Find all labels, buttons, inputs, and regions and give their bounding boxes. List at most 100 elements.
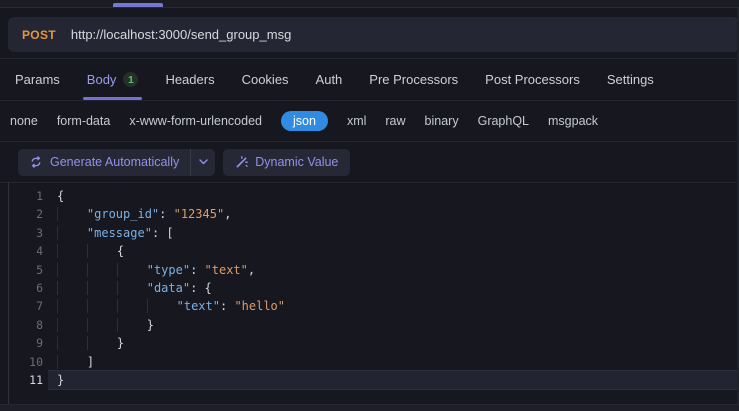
tab-auth[interactable]: Auth (316, 59, 343, 100)
body-type-form-data[interactable]: form-data (57, 114, 111, 128)
indent-guide (86, 262, 117, 277)
code-token: { (57, 189, 65, 203)
bottom-panel-edge (0, 404, 739, 411)
indent-guide (57, 280, 87, 295)
method-selector[interactable]: POST (22, 28, 56, 42)
tab-cookies[interactable]: Cookies (242, 59, 289, 100)
tab-headers[interactable]: Headers (165, 59, 214, 100)
tab-label: Params (15, 72, 60, 87)
body-type-selector: none form-data x-www-form-urlencoded json xm… (0, 101, 739, 142)
tab-label: Auth (315, 72, 343, 87)
url-bar[interactable]: POST http://localhost:3000/send_group_ms… (8, 17, 739, 52)
line-number: 7 (36, 299, 43, 314)
code-line[interactable]: 7 "text": "hello" (0, 297, 739, 315)
tab-pre-processors[interactable]: Pre Processors (369, 59, 458, 100)
indent-guide (146, 299, 177, 314)
indent-guide (57, 262, 87, 277)
body-type-json[interactable]: json (281, 111, 328, 131)
body-type-x-www-form-urlencoded[interactable]: x-www-form-urlencoded (129, 114, 262, 128)
code-line[interactable]: 8 } (0, 316, 739, 334)
body-type-msgpack[interactable]: msgpack (548, 114, 598, 128)
code-line[interactable]: 4 { (0, 242, 739, 260)
body-type-none[interactable]: none (10, 114, 38, 128)
indent-guide (86, 336, 117, 351)
indent-guide (86, 299, 117, 314)
code-content: "type": "text", (43, 261, 255, 279)
code-token: "text" (204, 262, 248, 277)
line-number: 3 (36, 225, 43, 240)
code-content: "text": "hello" (43, 297, 285, 315)
code-content: ] (43, 353, 94, 371)
tab-label: Post Processors (485, 72, 580, 87)
tab-label: Pre Processors (369, 72, 459, 87)
generate-automatically-button[interactable]: Generate Automatically (18, 149, 190, 176)
indent-guide (57, 317, 87, 332)
tab-settings[interactable]: Settings (607, 59, 654, 100)
editor-toolbar: Generate Automatically Dynamic Value (0, 142, 739, 183)
code-token: "message" (86, 225, 152, 240)
line-number: 5 (36, 262, 43, 277)
indent-guide (116, 280, 147, 295)
indent-guide (116, 262, 147, 277)
indent-guide (57, 244, 87, 259)
code-content: } (43, 316, 154, 334)
code-token: : [ (151, 225, 174, 240)
body-type-raw[interactable]: raw (385, 114, 405, 128)
line-number: 9 (36, 336, 43, 351)
code-token: "data" (146, 280, 191, 295)
dynamic-value-button[interactable]: Dynamic Value (223, 148, 351, 176)
code-token: , (247, 262, 256, 277)
dynamic-value-label: Dynamic Value (255, 155, 339, 169)
indent-guide (116, 299, 147, 314)
code-line[interactable]: 9 } (0, 334, 739, 352)
code-token: } (146, 317, 154, 332)
active-tab-underline (82, 97, 143, 100)
code-line[interactable]: 5 "type": "text", (0, 261, 739, 279)
code-token: : (219, 299, 235, 314)
indent-guide (57, 225, 87, 240)
code-token: "group_id" (86, 207, 160, 222)
magic-wand-icon (235, 155, 249, 169)
line-number: 4 (36, 244, 43, 259)
code-line[interactable]: 3 "message": [ (0, 224, 739, 242)
body-type-xml[interactable]: xml (347, 114, 366, 128)
request-tabs-strip (0, 0, 739, 8)
line-number: 1 (36, 189, 43, 203)
api-client-window: POST http://localhost:3000/send_group_ms… (0, 0, 739, 411)
indent-guide (86, 280, 117, 295)
code-line[interactable]: 2 "group_id": "12345", (0, 205, 739, 223)
line-number: 10 (29, 354, 43, 369)
code-token: "12345" (173, 207, 225, 222)
code-line[interactable]: 11} (0, 369, 739, 391)
code-token: } (116, 336, 125, 351)
chevron-down-icon (199, 159, 208, 165)
indent-guide (57, 299, 87, 314)
generate-options-dropdown[interactable] (191, 149, 215, 176)
indent-guide (57, 354, 87, 369)
code-line[interactable]: 10 ] (0, 353, 739, 371)
code-token: "text" (176, 299, 220, 314)
code-content: "group_id": "12345", (43, 205, 231, 223)
tab-label: Settings (606, 72, 654, 87)
request-config-tabs: Params Body 1 Headers Cookies Auth Pre Process… (0, 59, 739, 101)
code-token: { (116, 244, 125, 259)
code-token: : (190, 262, 205, 277)
code-token: } (57, 372, 65, 387)
indent-guide (86, 317, 117, 332)
url-input[interactable]: http://localhost:3000/send_group_msg (71, 27, 291, 42)
code-token: "type" (146, 262, 191, 277)
tab-params[interactable]: Params (15, 59, 60, 100)
code-line[interactable]: 1{ (0, 187, 739, 205)
tab-post-processors[interactable]: Post Processors (485, 59, 580, 100)
body-type-binary[interactable]: binary (425, 114, 459, 128)
json-body-editor[interactable]: 1{2 "group_id": "12345", 3 "message": [4 … (0, 183, 739, 410)
generate-automatically-split-button: Generate Automatically (18, 148, 216, 176)
line-number: 11 (29, 372, 43, 387)
generate-automatically-label: Generate Automatically (50, 155, 180, 169)
indent-guide (116, 317, 147, 332)
tab-body[interactable]: Body 1 (82, 59, 143, 100)
code-line[interactable]: 6 "data": { (0, 279, 739, 297)
body-type-graphql[interactable]: GraphQL (478, 114, 529, 128)
code-token: : (159, 207, 174, 222)
code-content: } (43, 371, 64, 389)
